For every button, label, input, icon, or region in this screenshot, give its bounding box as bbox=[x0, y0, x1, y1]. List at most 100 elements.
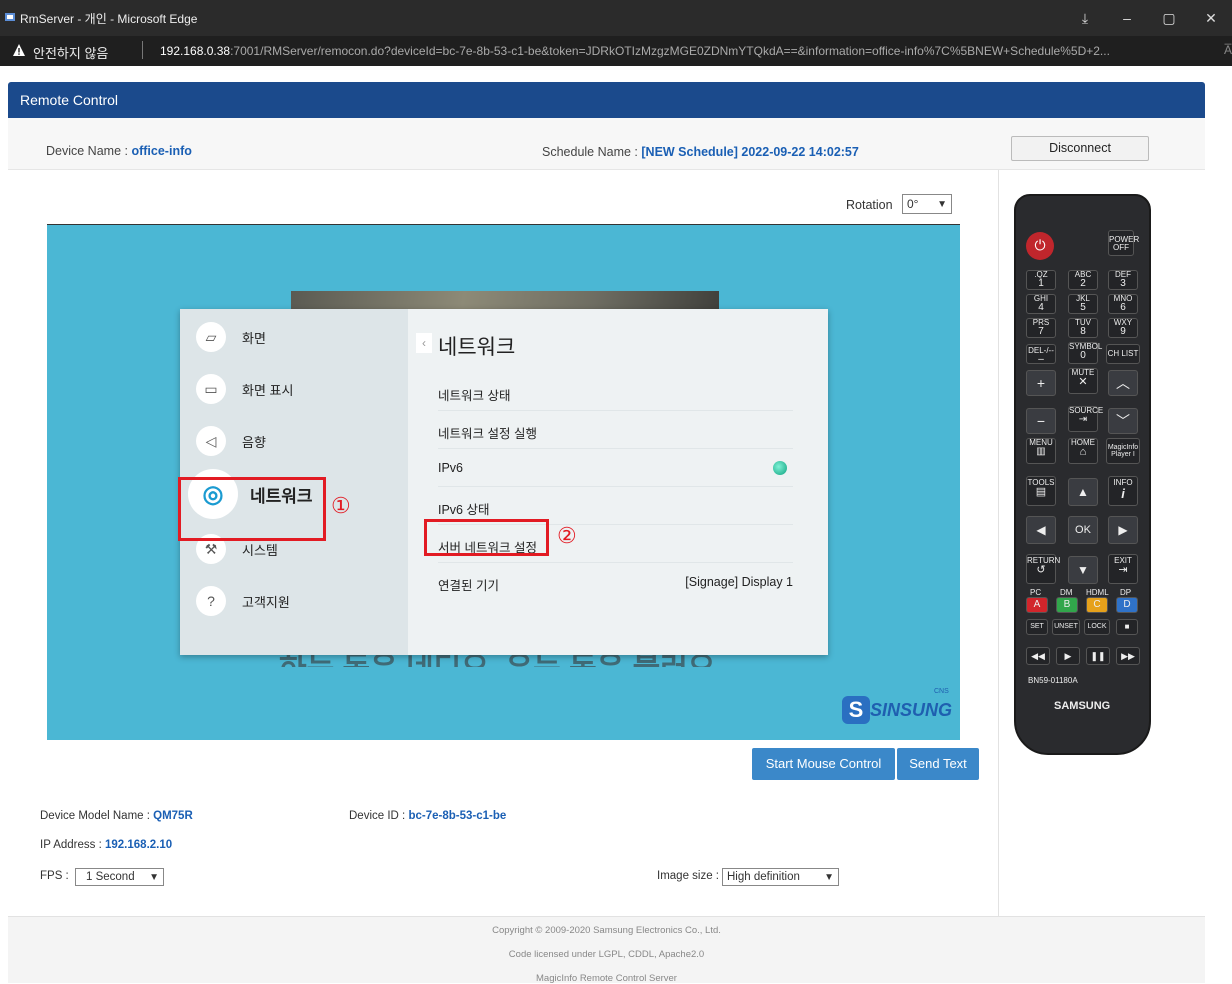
start-mouse-control-button[interactable]: Start Mouse Control bbox=[752, 748, 895, 780]
tv-menu-item-label: 화면 표시 bbox=[242, 382, 294, 398]
read-aloud-icon[interactable]: A̅ bbox=[1224, 43, 1232, 57]
insecure-label[interactable]: 안전하지 않음 bbox=[33, 43, 108, 62]
key-8[interactable]: TUV 8 bbox=[1068, 318, 1098, 338]
tv-menu-item-display[interactable]: ▭ 화면 표시 bbox=[196, 374, 294, 404]
ch-list-button[interactable]: CH LIST bbox=[1106, 344, 1140, 364]
channel-up-button[interactable]: ︿ bbox=[1108, 370, 1138, 396]
device-name-label: Device Name : bbox=[46, 144, 128, 158]
tv-menu-item-label: 음향 bbox=[242, 434, 266, 450]
play-button[interactable]: ▶ bbox=[1056, 647, 1080, 665]
key-1[interactable]: .QZ 1 bbox=[1026, 270, 1056, 290]
rewind-button[interactable]: ◀◀ bbox=[1026, 647, 1050, 665]
image-size-select[interactable]: High definition ▼ bbox=[722, 868, 839, 886]
green-b-button[interactable]: B bbox=[1056, 597, 1078, 613]
image-size-value: High definition bbox=[727, 871, 800, 883]
return-button[interactable]: RETURN ↺ bbox=[1026, 554, 1060, 584]
home-button[interactable]: HOME ⌂ bbox=[1068, 438, 1098, 464]
volume-up-button[interactable]: + bbox=[1026, 370, 1056, 396]
tv-menu-item-label: 화면 bbox=[242, 330, 266, 346]
highlight-box-server-network bbox=[424, 519, 549, 556]
fps-select[interactable]: 1 Second ▼ bbox=[75, 868, 164, 886]
key-5[interactable]: JKL 5 bbox=[1068, 294, 1098, 314]
tv-row-ipv6[interactable]: IPv6 bbox=[438, 449, 793, 487]
source-button[interactable]: SOURCE ⇥ bbox=[1068, 406, 1103, 432]
magicinfo-player-button[interactable]: MagicInfo Player I bbox=[1106, 438, 1140, 464]
volume-down-button[interactable]: − bbox=[1026, 408, 1056, 434]
red-a-button[interactable]: A bbox=[1026, 597, 1048, 613]
annotation-number-1: ① bbox=[331, 493, 351, 518]
left-arrow-button[interactable]: ◀ bbox=[1026, 516, 1056, 544]
tv-menu-item-sound[interactable]: ◁ 음향 bbox=[196, 426, 266, 456]
key-digit: 2 bbox=[1080, 278, 1086, 290]
rotation-label: Rotation bbox=[846, 198, 893, 212]
mute-button[interactable]: MUTE ✕ bbox=[1068, 368, 1098, 394]
back-chevron-icon[interactable]: ‹ bbox=[416, 333, 432, 353]
lock-button[interactable]: LOCK bbox=[1084, 619, 1110, 635]
send-text-button[interactable]: Send Text bbox=[897, 748, 979, 780]
pc-label: PC bbox=[1030, 588, 1042, 597]
menu-button[interactable]: MENU ▥ bbox=[1026, 438, 1056, 464]
power-off-button[interactable]: POWER OFF bbox=[1108, 230, 1139, 256]
key-6[interactable]: MNO 6 bbox=[1108, 294, 1138, 314]
maximize-button[interactable]: ▢ bbox=[1148, 0, 1190, 36]
menu-icon: ▥ bbox=[1036, 446, 1046, 458]
rotation-value: 0° bbox=[907, 197, 919, 211]
source-icon: ⇥ bbox=[1078, 414, 1088, 426]
key-digit: 0 bbox=[1080, 350, 1086, 362]
right-arrow-button[interactable]: ▶ bbox=[1108, 516, 1138, 544]
tools-button[interactable]: TOOLS ▤ bbox=[1026, 476, 1056, 506]
info-button[interactable]: INFO i bbox=[1108, 476, 1138, 506]
tv-row-network-setup[interactable]: 네트워크 설정 실행 bbox=[438, 411, 793, 449]
download-icon[interactable]: ⤓ bbox=[1064, 0, 1106, 36]
tv-menu-item-picture[interactable]: ▱ 화면 bbox=[196, 322, 266, 352]
key-4[interactable]: GHI 4 bbox=[1026, 294, 1056, 314]
tv-menu-content: ‹ 네트워크 네트워크 상태 네트워크 설정 실행 IPv6 IPv6 상태 서… bbox=[408, 309, 828, 655]
tv-row-label: 연결된 기기 bbox=[438, 579, 499, 593]
tv-row-network-status[interactable]: 네트워크 상태 bbox=[438, 373, 793, 411]
key-2[interactable]: ABC 2 bbox=[1068, 270, 1098, 290]
stop-button[interactable]: ■ bbox=[1116, 619, 1138, 635]
speaker-icon: ◁ bbox=[196, 426, 226, 456]
device-screen[interactable]: 하는 독은 네디오, 우는 독은 불러오. ▱ 화면 ▭ 화면 표시 ◁ 음향 … bbox=[47, 224, 960, 740]
fast-forward-button[interactable]: ▶▶ bbox=[1116, 647, 1140, 665]
unset-button[interactable]: UNSET bbox=[1052, 619, 1080, 635]
power-button[interactable]: ⏻ bbox=[1026, 232, 1054, 260]
ipv6-toggle[interactable] bbox=[773, 461, 787, 475]
exit-button[interactable]: EXIT ⇥ bbox=[1108, 554, 1138, 584]
key-0[interactable]: SYMBOL 0 bbox=[1068, 342, 1102, 364]
key-3[interactable]: DEF 3 bbox=[1108, 270, 1138, 290]
device-id-value: bc-7e-8b-53-c1-be bbox=[408, 810, 507, 822]
down-arrow-button[interactable]: ▼ bbox=[1068, 556, 1098, 584]
disconnect-button[interactable]: Disconnect bbox=[1011, 136, 1149, 161]
key-9[interactable]: WXY 9 bbox=[1108, 318, 1138, 338]
tv-row-connected-device[interactable]: 연결된 기기 [Signage] Display 1 bbox=[438, 563, 793, 601]
ok-button[interactable]: OK bbox=[1068, 516, 1098, 544]
blue-d-button[interactable]: D bbox=[1116, 597, 1138, 613]
url-text[interactable]: 192.168.0.38:7001/RMServer/remocon.do?de… bbox=[160, 44, 1200, 58]
key-digit: 5 bbox=[1080, 302, 1086, 314]
minimize-button[interactable]: – bbox=[1106, 0, 1148, 36]
footer-copyright: Copyright © 2009-2020 Samsung Electronic… bbox=[492, 925, 721, 936]
address-bar[interactable]: 안전하지 않음 192.168.0.38:7001/RMServer/remoc… bbox=[0, 36, 1232, 66]
window-title: RmServer - 개인 - Microsoft Edge bbox=[20, 12, 198, 26]
tv-menu-item-label: 고객지원 bbox=[242, 594, 290, 610]
up-arrow-button[interactable]: ▲ bbox=[1068, 478, 1098, 506]
yellow-c-button[interactable]: C bbox=[1086, 597, 1108, 613]
del-button[interactable]: DEL-/-- – bbox=[1026, 344, 1056, 365]
highlight-box-network bbox=[178, 477, 326, 541]
tools-icon: ▤ bbox=[1035, 486, 1047, 499]
channel-down-button[interactable]: ﹀ bbox=[1108, 408, 1138, 434]
tv-menu-item-support[interactable]: ? 고객지원 bbox=[196, 586, 290, 616]
rotation-select[interactable]: 0° ▼ bbox=[902, 194, 952, 214]
footer-product: MagicInfo Remote Control Server bbox=[536, 973, 677, 984]
device-info-row: Device Name : office-info Schedule Name … bbox=[8, 118, 1205, 170]
pause-button[interactable]: ❚❚ bbox=[1086, 647, 1110, 665]
set-button[interactable]: SET bbox=[1026, 619, 1048, 635]
remote-control: ⏻ POWER OFF .QZ 1 ABC 2 DEF 3 GHI 4 JKL 5 MNO… bbox=[1014, 194, 1151, 755]
key-digit: 9 bbox=[1120, 326, 1126, 338]
remote-brand: SAMSUNG bbox=[1054, 700, 1111, 712]
key-7[interactable]: PRS 7 bbox=[1026, 318, 1056, 338]
close-button[interactable]: ✕ bbox=[1190, 0, 1232, 36]
sinsung-logo: S SINSUNG CNS bbox=[842, 688, 954, 726]
url-host: 192.168.0.38 bbox=[160, 44, 231, 58]
